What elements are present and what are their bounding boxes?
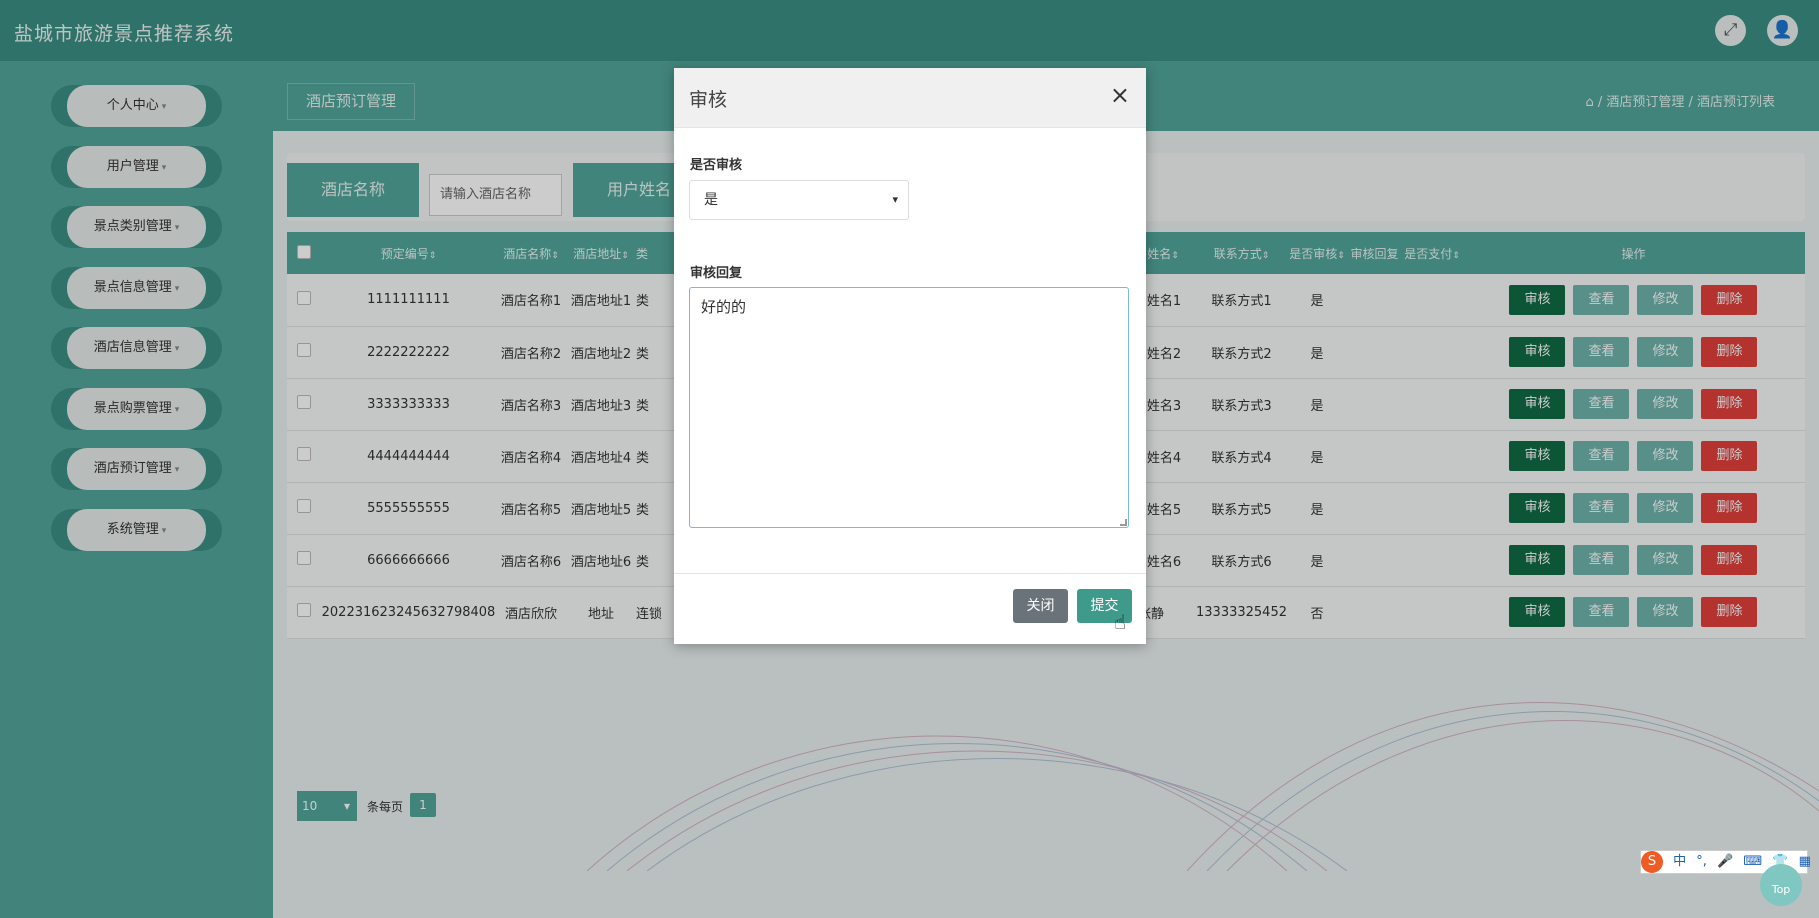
audit-status-value: 是	[704, 192, 718, 208]
modal-footer: 关闭 提交 ☝	[674, 573, 1146, 644]
audit-reply-label: 审核回复	[690, 266, 743, 281]
audit-status-label: 是否审核	[690, 158, 743, 173]
modal-header: 审核 ×	[674, 68, 1146, 128]
keyboard-icon[interactable]: ⌨	[1743, 851, 1762, 873]
microphone-icon[interactable]: 🎤	[1717, 851, 1733, 873]
audit-reply-value: 好的的	[701, 298, 747, 316]
audit-modal: 审核 × 是否审核 是 ▾ 审核回复 好的的 关闭 提交 ☝	[674, 68, 1146, 644]
modal-title: 审核	[689, 89, 728, 111]
close-icon[interactable]: ×	[1110, 81, 1130, 109]
sogou-logo-icon[interactable]: S	[1641, 851, 1663, 873]
punctuation-icon[interactable]: °,	[1696, 851, 1707, 873]
chevron-down-icon: ▾	[892, 193, 898, 206]
toolbox-icon[interactable]: ▦	[1799, 851, 1811, 873]
close-button[interactable]: 关闭	[1013, 589, 1068, 623]
audit-reply-textarea[interactable]: 好的的	[689, 287, 1129, 528]
back-to-top-button[interactable]: Top	[1760, 864, 1802, 906]
hand-cursor-icon: ☝	[1114, 610, 1127, 634]
audit-status-select[interactable]: 是 ▾	[689, 180, 909, 220]
resize-handle-icon[interactable]	[1120, 519, 1127, 526]
chinese-mode-icon[interactable]: 中	[1673, 851, 1686, 873]
